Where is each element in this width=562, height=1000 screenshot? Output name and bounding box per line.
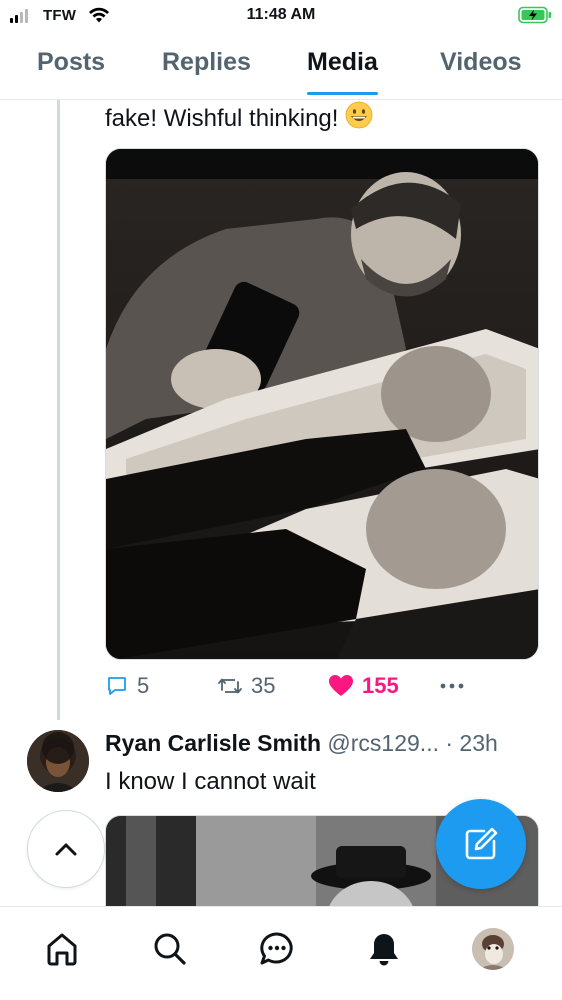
nav-messages[interactable]: [257, 929, 297, 969]
heart-filled-icon: [329, 675, 353, 696]
nav-home[interactable]: [42, 929, 82, 969]
battery-charging-icon: [518, 6, 551, 24]
repost-button[interactable]: 35: [217, 673, 275, 699]
author-handle[interactable]: @rcs129...: [327, 730, 439, 756]
thread-line: [57, 100, 60, 720]
profile-avatar: [472, 928, 514, 970]
home-icon: [47, 933, 77, 966]
avatar[interactable]: [27, 730, 89, 792]
post-text: I know I cannot wait: [105, 768, 316, 795]
more-options-button[interactable]: [438, 671, 466, 701]
bottom-navigation: [0, 906, 562, 1000]
nav-search[interactable]: [150, 929, 190, 969]
post-text: fake! Wishful thinking!: [105, 101, 373, 136]
tab-media[interactable]: Media: [307, 48, 378, 95]
search-icon: [154, 933, 186, 965]
messages-icon: [260, 932, 293, 965]
repost-count: 35: [251, 673, 276, 698]
post-header: Ryan Carlisle Smith @rcs129... · 23h: [105, 730, 498, 757]
repost-icon: [218, 678, 242, 694]
notifications-icon: [370, 934, 398, 966]
compose-icon: [465, 827, 498, 860]
author-name[interactable]: Ryan Carlisle Smith: [105, 730, 321, 756]
reply-icon: [108, 677, 126, 695]
post-text-content: fake! Wishful thinking!: [105, 105, 339, 132]
more-dots-icon: [440, 683, 464, 689]
clock: 11:48 AM: [246, 6, 316, 23]
chevron-up-icon: [55, 843, 77, 856]
nav-profile[interactable]: [472, 928, 514, 970]
tab-posts[interactable]: Posts: [37, 48, 105, 77]
post-actions: 5 35 155: [105, 673, 525, 703]
profile-tabs: Posts Replies Media Videos: [0, 38, 562, 100]
like-button[interactable]: 155: [328, 673, 399, 699]
compose-button[interactable]: [436, 799, 526, 889]
scroll-to-top-button[interactable]: [27, 810, 105, 888]
reply-count: 5: [137, 673, 150, 698]
avatar-photo: [27, 730, 89, 792]
post-time[interactable]: · 23h: [445, 730, 497, 756]
nav-notifications[interactable]: [364, 929, 404, 969]
like-count: 155: [362, 673, 399, 698]
status-bar: TFW 11:48 AM: [0, 0, 562, 34]
post-image[interactable]: [105, 148, 539, 660]
tab-replies[interactable]: Replies: [162, 48, 251, 77]
tab-videos[interactable]: Videos: [440, 48, 522, 77]
reply-button[interactable]: 5: [105, 673, 149, 699]
grinning-face-icon: [345, 101, 373, 136]
photo-illustration: [106, 149, 538, 659]
